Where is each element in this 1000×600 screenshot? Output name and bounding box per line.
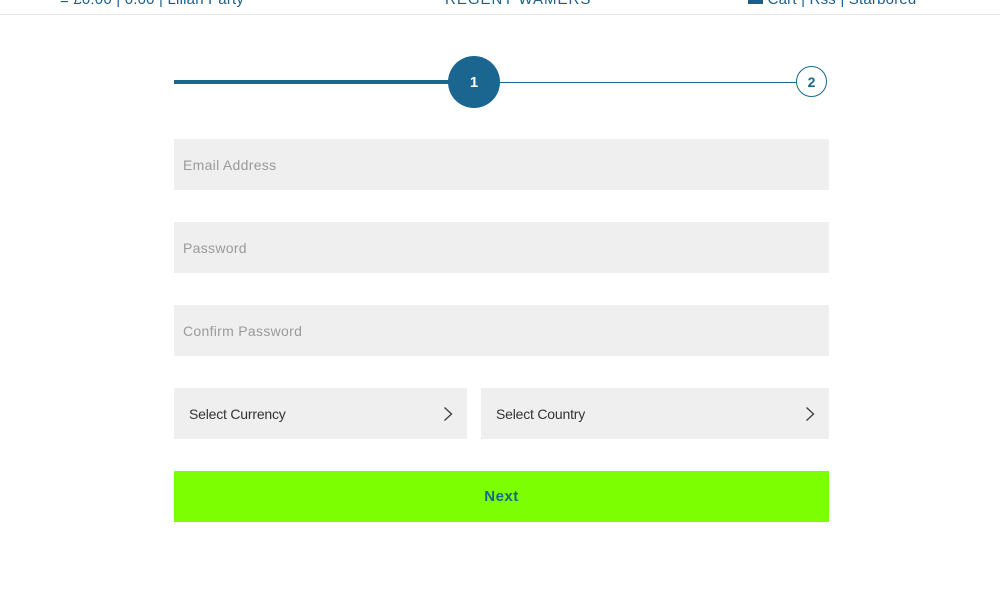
stepper-progress-complete xyxy=(174,80,454,84)
chevron-right-icon xyxy=(806,406,815,421)
email-field[interactable] xyxy=(174,139,829,190)
confirm-password-field[interactable] xyxy=(174,305,829,356)
country-select[interactable]: Select Country xyxy=(481,388,829,439)
top-header-bar: ≡ £0.00 | 0.00 | Lilian Party REGENT WAM… xyxy=(0,0,1000,15)
next-button[interactable]: Next xyxy=(174,471,829,522)
country-select-label: Select Country xyxy=(496,405,586,422)
step-2-indicator: 2 xyxy=(796,66,827,97)
stepper-progress-remaining xyxy=(494,82,798,83)
currency-select-label: Select Currency xyxy=(189,405,286,422)
site-logo-text[interactable]: REGENT WAMERS xyxy=(445,0,591,8)
header-cart-links[interactable]: ▬ Cart | Rss | Starbored xyxy=(748,0,916,8)
step-1-indicator: 1 xyxy=(448,56,500,108)
chevron-right-icon xyxy=(444,406,453,421)
currency-select[interactable]: Select Currency xyxy=(174,388,467,439)
header-account-links[interactable]: ≡ £0.00 | 0.00 | Lilian Party xyxy=(60,0,244,8)
step-1-label: 1 xyxy=(469,73,479,91)
password-field[interactable] xyxy=(174,222,829,273)
registration-stepper: 1 2 xyxy=(174,56,830,108)
step-2-label: 2 xyxy=(807,73,816,90)
